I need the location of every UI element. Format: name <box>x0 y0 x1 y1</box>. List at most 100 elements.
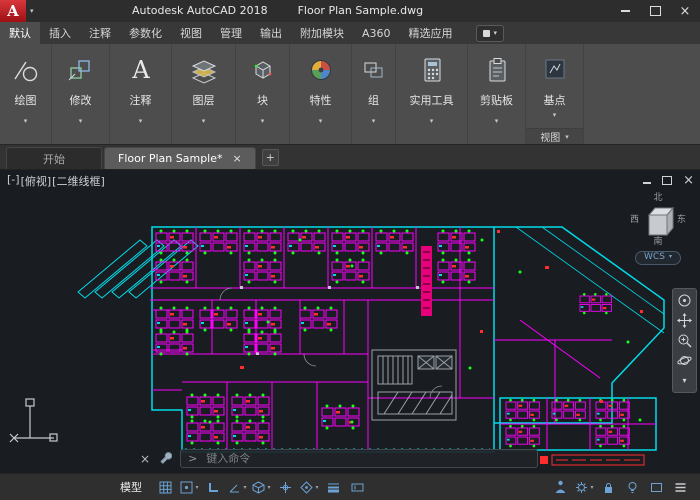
panel-label[interactable]: 基点 <box>544 92 566 108</box>
panel-modify-button[interactable]: 修改 ▾ <box>52 44 110 144</box>
chevron-down-icon: ▾ <box>669 254 672 261</box>
properties-wheel-icon <box>306 50 336 90</box>
isometric-drafting-icon[interactable]: ▾ <box>250 477 273 497</box>
viewport-style-menu[interactable]: [二维线框] <box>52 173 105 189</box>
viewcube-west-label[interactable]: 西 <box>630 216 639 226</box>
viewport-controls-menu[interactable]: [-] <box>7 173 20 189</box>
pan-icon[interactable] <box>675 311 694 330</box>
annotate-a-icon: A <box>126 50 156 90</box>
viewcube-north-label[interactable]: 北 <box>626 194 690 204</box>
panel-label: 修改 <box>70 92 92 108</box>
chevron-down-icon: ▾ <box>79 117 83 125</box>
command-prompt: > <box>188 453 197 464</box>
view-panel-caption[interactable]: 视图 ▾ <box>526 128 583 144</box>
panel-groups-button[interactable]: 组 ▾ <box>352 44 396 144</box>
ribbon-tab-a360[interactable]: A360 <box>353 22 400 44</box>
panel-block-button[interactable]: 块 ▾ <box>236 44 290 144</box>
chevron-down-icon: ▾ <box>494 29 498 37</box>
chevron-down-icon: ▾ <box>430 117 434 125</box>
modify-tools-icon <box>66 50 96 90</box>
ribbon-options-button[interactable]: ▾ <box>476 25 505 42</box>
drawing-minimize-icon[interactable] <box>643 182 651 184</box>
panel-label: 实用工具 <box>410 92 454 108</box>
ribbon-tab-output[interactable]: 输出 <box>251 22 291 44</box>
file-tab-start[interactable]: 开始 <box>6 147 102 169</box>
model-space-viewport[interactable]: [-] [俯视] [二维线框] × 北 西 东 南 WC <box>0 170 700 473</box>
chevron-down-icon: ▾ <box>202 117 206 125</box>
lock-ui-icon[interactable] <box>597 477 620 497</box>
zoom-icon[interactable] <box>675 331 694 350</box>
panel-layers-button[interactable]: 图层 ▾ <box>172 44 236 144</box>
viewport-view-menu[interactable]: [俯视] <box>21 173 52 189</box>
command-input[interactable] <box>204 451 530 466</box>
panel-label: 绘图 <box>15 92 37 108</box>
ribbon-tab-view[interactable]: 视图 <box>171 22 211 44</box>
lineweight-icon[interactable] <box>322 477 345 497</box>
base-view-icon[interactable] <box>540 50 570 90</box>
wcs-menu-button[interactable]: WCS ▾ <box>635 251 681 265</box>
isolate-objects-icon[interactable] <box>621 477 644 497</box>
grid-display-icon[interactable] <box>154 477 177 497</box>
ribbon: 绘图 ▾ 修改 ▾ A 注释 ▾ 图层 <box>0 44 700 145</box>
app-menu-button[interactable]: A <box>0 0 26 22</box>
chevron-down-icon: ▾ <box>553 111 557 119</box>
panel-draw-button[interactable]: 绘图 ▾ <box>0 44 52 144</box>
ortho-mode-icon[interactable] <box>202 477 225 497</box>
chevron-down-icon: ▾ <box>139 117 143 125</box>
polar-tracking-icon[interactable]: ▾ <box>226 477 249 497</box>
chevron-down-icon: ▾ <box>372 117 376 125</box>
panel-utilities-button[interactable]: 实用工具 ▾ <box>396 44 468 144</box>
navigation-wheel-icon[interactable] <box>675 291 694 310</box>
ribbon-options-icon <box>483 30 490 37</box>
plus-icon: + <box>266 151 275 164</box>
file-tab-floor-plan[interactable]: Floor Plan Sample* × <box>104 147 256 169</box>
maximize-icon <box>650 6 661 16</box>
new-tab-button[interactable]: + <box>262 149 279 166</box>
viewcube-east-label[interactable]: 东 <box>677 216 686 226</box>
panel-clipboard-button[interactable]: 剪贴板 ▾ <box>468 44 526 144</box>
ribbon-tab-featured-apps[interactable]: 精选应用 <box>400 22 462 44</box>
clean-screen-icon[interactable] <box>645 477 668 497</box>
model-space-button[interactable]: 模型 <box>112 479 150 495</box>
command-input-bar[interactable]: > <box>180 449 538 468</box>
layers-icon <box>188 50 220 90</box>
maximize-button[interactable] <box>640 0 670 22</box>
workspace-gear-icon[interactable]: ▾ <box>573 477 596 497</box>
panel-annotate-button[interactable]: A 注释 ▾ <box>110 44 172 144</box>
app-title: Autodesk AutoCAD 2018 <box>132 0 268 22</box>
ribbon-tab-manage[interactable]: 管理 <box>211 22 251 44</box>
chevron-down-icon: ▾ <box>261 117 265 125</box>
drawing-restore-icon[interactable] <box>662 176 672 185</box>
command-customize-wrench-icon[interactable] <box>158 449 172 468</box>
viewcube-south-label[interactable]: 南 <box>626 238 690 248</box>
status-bar: 模型 ▾ ▾ ▾ ▾ <box>0 473 700 500</box>
command-close-button[interactable]: × <box>140 453 150 465</box>
snap-mode-icon[interactable]: ▾ <box>178 477 201 497</box>
app-menu-caret-icon[interactable]: ▾ <box>30 7 34 15</box>
viewcube[interactable]: 北 西 东 南 WCS ▾ <box>626 194 690 265</box>
panel-properties-button[interactable]: 特性 ▾ <box>290 44 352 144</box>
drawing-close-icon[interactable]: × <box>683 174 694 187</box>
file-tab-bar: 开始 Floor Plan Sample* × + <box>0 145 700 170</box>
close-button[interactable]: × <box>670 0 700 22</box>
document-title: Floor Plan Sample.dwg <box>298 0 423 22</box>
object-snap-icon[interactable]: ▾ <box>298 477 321 497</box>
customization-icon[interactable] <box>669 477 692 497</box>
ribbon-tab-annotate[interactable]: 注释 <box>80 22 120 44</box>
ribbon-empty-area <box>584 44 700 144</box>
panel-label: 注释 <box>130 92 152 108</box>
object-snap-tracking-icon[interactable] <box>274 477 297 497</box>
orbit-icon[interactable] <box>675 351 694 370</box>
close-icon: × <box>680 4 691 19</box>
file-tab-close-icon[interactable]: × <box>233 153 242 164</box>
annotation-monitor-icon[interactable] <box>549 477 572 497</box>
viewcube-cube-icon[interactable] <box>641 204 675 238</box>
ribbon-tab-addins[interactable]: 附加模块 <box>291 22 353 44</box>
dynamic-input-icon[interactable] <box>346 477 369 497</box>
minimize-button[interactable] <box>610 0 640 22</box>
ribbon-tab-default[interactable]: 默认 <box>0 22 40 44</box>
ribbon-tab-parametric[interactable]: 参数化 <box>120 22 171 44</box>
navbar-more-button[interactable]: ▾ <box>675 371 694 390</box>
ribbon-tab-insert[interactable]: 插入 <box>40 22 80 44</box>
ribbon-tab-bar: 默认 插入 注释 参数化 视图 管理 输出 附加模块 A360 精选应用 ▾ <box>0 22 700 44</box>
